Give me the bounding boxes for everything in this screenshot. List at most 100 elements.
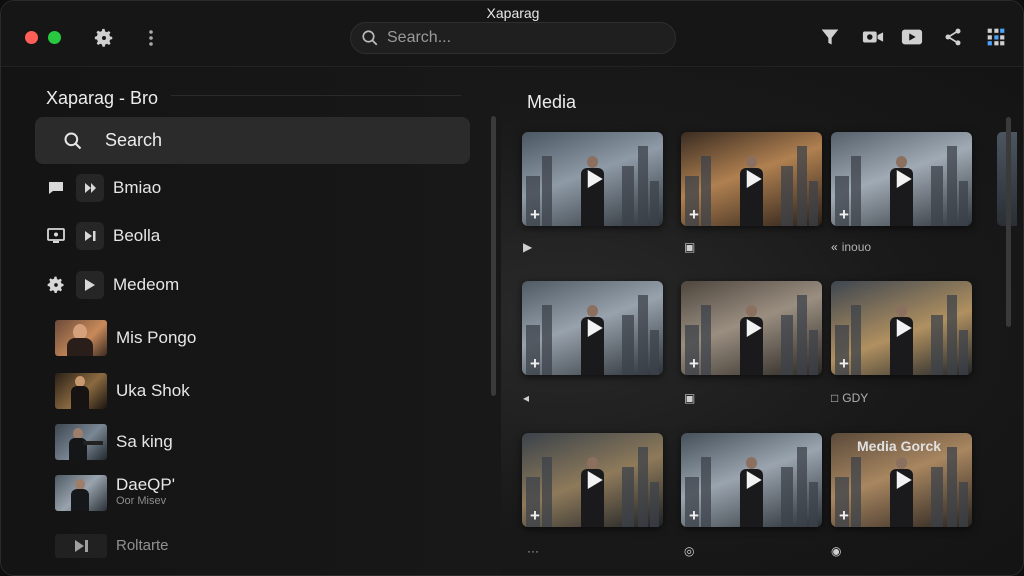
search-icon — [362, 30, 378, 46]
media-card[interactable]: + — [681, 433, 822, 527]
sidebar-person-item[interactable]: Uka Shok — [55, 371, 190, 411]
add-icon[interactable]: + — [839, 506, 849, 526]
media-card[interactable]: + Media Gorck — [831, 433, 972, 527]
building-shape — [959, 330, 968, 375]
person-thumbnail — [55, 373, 107, 409]
add-icon[interactable]: + — [689, 354, 699, 374]
sidebar-person-item[interactable]: Sa king — [55, 422, 173, 462]
top-search-bar[interactable] — [350, 22, 676, 54]
media-card[interactable]: + — [522, 281, 663, 375]
building-shape — [542, 156, 552, 226]
building-shape — [797, 146, 807, 226]
building-shape — [947, 447, 957, 527]
add-icon[interactable]: + — [530, 205, 540, 225]
play-icon[interactable] — [896, 170, 912, 188]
building-shape — [809, 330, 818, 375]
building-shape — [622, 166, 634, 226]
skip-icon: ◂ — [523, 391, 530, 405]
play-icon[interactable] — [746, 170, 762, 188]
play-icon[interactable] — [587, 319, 603, 337]
media-card[interactable]: + — [831, 281, 972, 375]
sidebar-item-medeom[interactable]: Medeom — [45, 269, 179, 301]
play-icon[interactable] — [896, 319, 912, 337]
sidebar-person-item[interactable]: Mis Pongo — [55, 318, 196, 358]
figure-head — [746, 457, 757, 469]
person-subtitle: Oor Misev — [116, 495, 167, 507]
search-input[interactable] — [387, 29, 647, 47]
person-name: Mis Pongo — [116, 328, 197, 347]
caption-text: ··· — [527, 544, 539, 558]
media-card[interactable]: + — [831, 132, 972, 226]
add-icon[interactable]: + — [839, 205, 849, 225]
media-card[interactable]: + — [681, 281, 822, 375]
building-shape — [638, 295, 648, 375]
title-bar: Xaparag — [1, 1, 1023, 67]
building-shape — [947, 146, 957, 226]
figure-head — [587, 457, 598, 469]
add-icon[interactable]: + — [689, 506, 699, 526]
filter-icon[interactable] — [819, 26, 841, 48]
building-shape — [542, 305, 552, 375]
sidebar-item-bmiao[interactable]: Bmiao — [45, 172, 161, 204]
building-shape — [931, 166, 943, 226]
video-icon[interactable] — [900, 26, 924, 48]
close-window-button[interactable] — [25, 31, 38, 44]
building-shape — [650, 181, 659, 226]
building-shape — [638, 447, 648, 527]
sidebar-item-label: Medeom — [113, 275, 180, 294]
figure-head — [746, 305, 757, 317]
building-shape — [809, 181, 818, 226]
play-icon[interactable] — [587, 170, 603, 188]
play-icon[interactable] — [896, 471, 912, 489]
play-icon[interactable] — [587, 471, 603, 489]
play-icon[interactable] — [746, 319, 762, 337]
more-vertical-icon[interactable] — [144, 26, 158, 50]
media-card-caption: □ GDY — [831, 391, 868, 405]
sidebar-person-item[interactable]: Roltarte — [55, 526, 169, 566]
gear-icon[interactable] — [92, 26, 116, 50]
building-shape — [781, 166, 793, 226]
caption-text: inouo — [841, 240, 872, 254]
building-shape — [797, 295, 807, 375]
person-figure — [887, 455, 915, 527]
monitor-icon — [45, 228, 67, 244]
add-icon[interactable]: + — [689, 205, 699, 225]
building-shape — [931, 467, 943, 527]
sidebar-item-beolla[interactable]: Beolla — [45, 220, 160, 252]
play-icon[interactable] — [746, 471, 762, 489]
media-card[interactable]: + — [522, 433, 663, 527]
sidebar-search-button[interactable]: Search — [35, 117, 470, 164]
camera-icon[interactable] — [861, 26, 885, 48]
grid-icon[interactable] — [984, 25, 1008, 49]
building-shape — [781, 315, 793, 375]
media-card[interactable]: + — [681, 132, 822, 226]
building-shape — [650, 330, 659, 375]
sidebar-person-item[interactable]: DaeQP' Oor Misev — [55, 473, 175, 513]
window-title: Xaparag — [486, 5, 540, 21]
person-name: Sa king — [116, 432, 173, 451]
building-shape — [650, 482, 659, 527]
media-card[interactable]: + — [522, 132, 663, 226]
add-icon[interactable]: + — [530, 506, 540, 526]
cast-icon: ◎ — [684, 544, 695, 558]
building-shape — [959, 181, 968, 226]
building-shape — [947, 295, 957, 375]
person-figure — [737, 154, 765, 226]
play-icon — [76, 271, 104, 299]
flag-icon — [45, 181, 67, 195]
card-overlay-title: Media Gorck — [857, 438, 942, 454]
add-icon[interactable]: + — [530, 354, 540, 374]
media-scrollbar[interactable] — [1006, 117, 1011, 327]
building-shape — [797, 447, 807, 527]
add-icon[interactable]: + — [839, 354, 849, 374]
skip-icon — [75, 540, 88, 552]
person-figure — [578, 303, 606, 375]
media-card-caption: ▶ — [523, 240, 536, 254]
media-card-caption: «inouo — [831, 240, 871, 254]
sidebar-title: Xaparag - Bro — [46, 88, 159, 108]
zoom-window-button[interactable] — [48, 31, 61, 44]
forward-icon — [76, 174, 104, 202]
share-icon[interactable] — [941, 26, 965, 48]
sidebar-scrollbar[interactable] — [491, 116, 496, 396]
person-name: Uka Shok — [116, 381, 190, 400]
